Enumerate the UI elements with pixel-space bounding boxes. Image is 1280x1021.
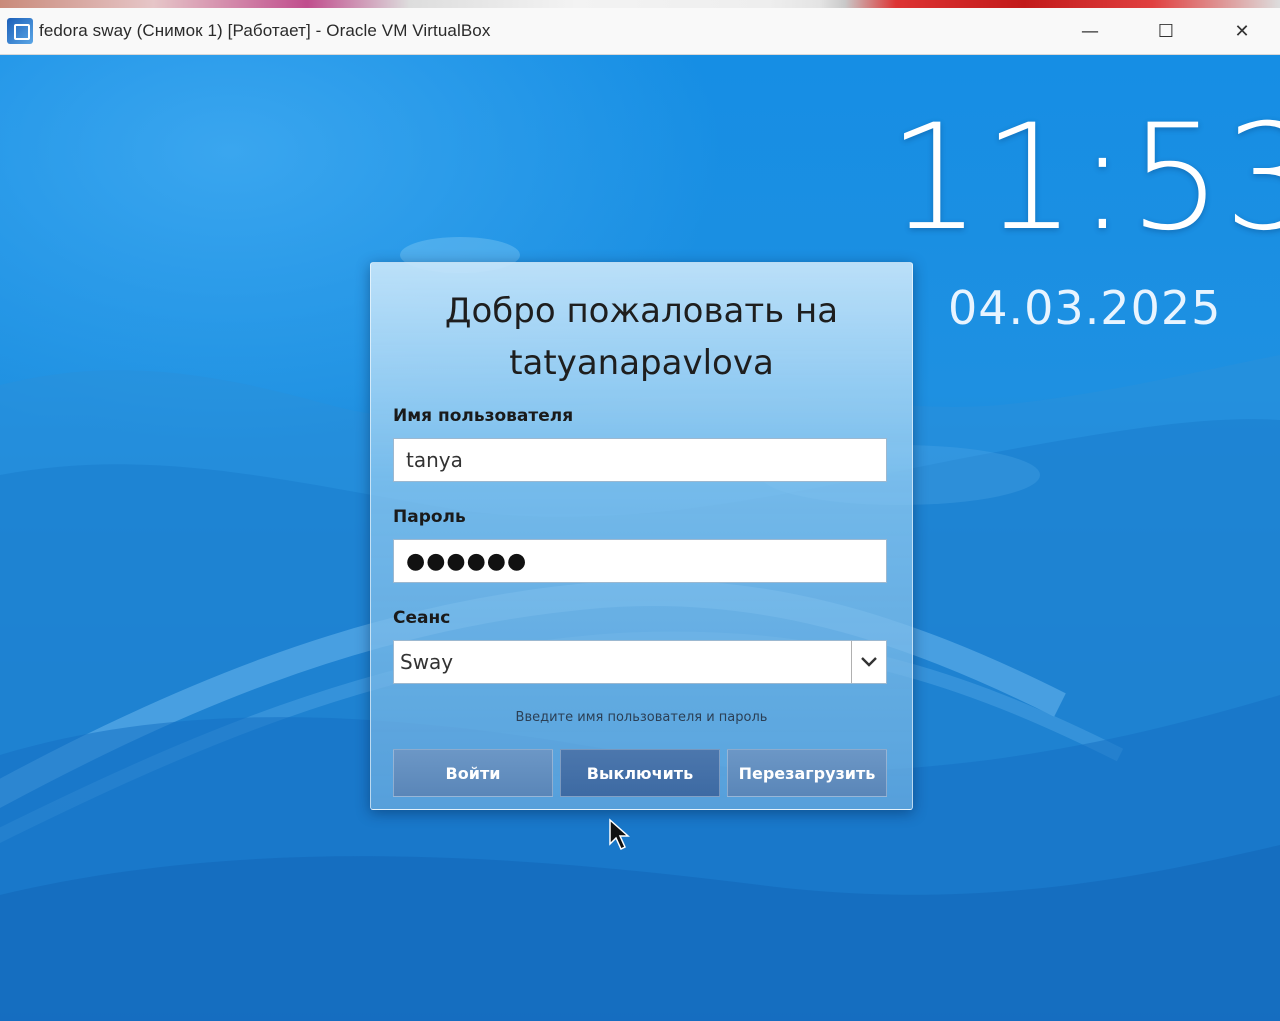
session-value: Sway: [400, 650, 454, 674]
maximize-button[interactable]: ☐: [1128, 8, 1204, 54]
minimize-icon: —: [1081, 20, 1099, 42]
window-title: fedora sway (Снимок 1) [Работает] - Orac…: [39, 21, 491, 40]
reboot-button[interactable]: Перезагрузить: [727, 749, 887, 797]
username-label: Имя пользователя: [393, 406, 574, 426]
password-label: Пароль: [393, 507, 466, 527]
virtualbox-icon[interactable]: [7, 18, 33, 44]
welcome-hostname: tatyanapavlova: [509, 343, 774, 383]
reboot-button-label: Перезагрузить: [738, 763, 876, 783]
maximize-icon: ☐: [1157, 20, 1175, 42]
password-value: ●●●●●●: [406, 548, 528, 574]
login-hint: Введите имя пользователя и пароль: [515, 710, 768, 725]
window-titlebar[interactable]: fedora sway (Снимок 1) [Работает] - Orac…: [0, 8, 1280, 55]
login-button[interactable]: Войти: [393, 749, 553, 797]
window-controls: — ☐ ✕: [1052, 8, 1280, 54]
close-button[interactable]: ✕: [1204, 8, 1280, 54]
login-panel: Добро пожаловать на tatyanapavlova Имя п…: [370, 262, 913, 810]
welcome-line-1: Добро пожаловать на: [444, 291, 839, 331]
clock-date: 04.03.2025: [948, 281, 1222, 335]
session-select[interactable]: Sway: [393, 640, 887, 684]
welcome-heading: Добро пожаловать на tatyanapavlova: [371, 285, 912, 389]
minimize-button[interactable]: —: [1052, 8, 1128, 54]
session-label: Сеанс: [393, 608, 451, 628]
password-input[interactable]: ●●●●●●: [393, 539, 887, 583]
clock-time: 11:53: [888, 93, 1280, 263]
shutdown-button[interactable]: Выключить: [560, 749, 720, 797]
username-input[interactable]: tanya: [393, 438, 887, 482]
username-value: tanya: [406, 448, 463, 472]
vm-display[interactable]: 11:53 04.03.2025 Добро пожаловать на tat…: [0, 55, 1280, 1021]
close-icon: ✕: [1234, 20, 1250, 42]
host-taskbar-strip: [0, 0, 1280, 8]
chevron-down-icon[interactable]: [851, 641, 886, 683]
login-button-label: Войти: [445, 763, 501, 783]
shutdown-button-label: Выключить: [586, 763, 694, 783]
mouse-pointer-icon: [609, 818, 630, 851]
